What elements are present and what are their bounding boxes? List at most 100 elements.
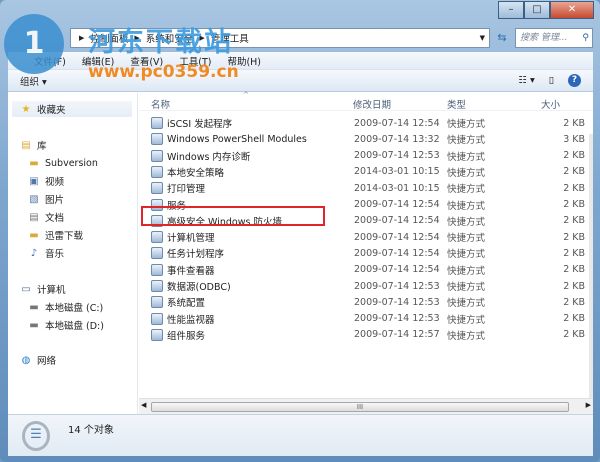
- library-icon: ▤: [21, 139, 31, 151]
- shortcut-icon: [151, 263, 163, 276]
- menu-file[interactable]: 文件(F): [34, 54, 66, 68]
- file-size: 2 KB: [563, 264, 585, 276]
- folder-icon: ▬: [29, 157, 39, 169]
- file-size: 2 KB: [563, 296, 585, 308]
- file-size: 2 KB: [563, 215, 585, 227]
- sidebar-item-videos[interactable]: ▣ 视频: [28, 173, 64, 189]
- scroll-thumb[interactable]: III: [151, 402, 569, 412]
- sidebar-item-thunder[interactable]: ▬ 迅雷下载: [28, 227, 83, 243]
- shortcut-icon: [151, 312, 163, 325]
- picture-icon: ▧: [29, 193, 39, 205]
- file-name: 系统配置: [167, 298, 206, 310]
- sidebar-label: 本地磁盘 (C:): [45, 303, 104, 314]
- highlight-box: [141, 206, 325, 226]
- file-name: 组件服务: [167, 330, 206, 342]
- scroll-left-icon[interactable]: ◀: [141, 401, 146, 409]
- preview-pane-icon[interactable]: ▯: [549, 75, 554, 86]
- refresh-button[interactable]: ⇆: [492, 28, 512, 48]
- sidebar-item-drive-d[interactable]: ▬ 本地磁盘 (D:): [28, 317, 104, 333]
- shortcut-icon: [151, 117, 163, 129]
- menu-tools[interactable]: 工具(T): [179, 54, 211, 68]
- column-name[interactable]: 名称: [151, 97, 170, 111]
- file-date: 2009-07-14 12:54: [354, 199, 440, 210]
- sidebar-item-subversion[interactable]: ▬ Subversion: [28, 155, 98, 171]
- file-row[interactable]: 性能监视器 2009-07-14 12:53 快捷方式 2 KB: [139, 311, 593, 327]
- sidebar-label: 计算机: [37, 285, 66, 296]
- file-size: 2 KB: [563, 166, 585, 178]
- breadcrumb-control-panel[interactable]: 控制面板: [90, 31, 128, 45]
- file-row[interactable]: iSCSI 发起程序 2009-07-14 12:54 快捷方式 2 KB: [139, 115, 593, 131]
- video-icon: ▣: [29, 175, 39, 187]
- file-row[interactable]: 打印管理 2014-03-01 10:15 快捷方式 2 KB: [139, 180, 593, 196]
- maximize-button[interactable]: □: [524, 1, 550, 19]
- file-name: iSCSI 发起程序: [167, 119, 233, 130]
- file-size: 2 KB: [563, 150, 585, 162]
- search-icon[interactable]: ⚲: [582, 29, 589, 47]
- file-row[interactable]: 系统配置 2009-07-14 12:53 快捷方式 2 KB: [139, 294, 593, 310]
- sidebar-label: 收藏夹: [37, 105, 66, 116]
- file-date: 2009-07-14 12:53: [354, 280, 440, 292]
- column-date[interactable]: 修改日期: [353, 97, 391, 111]
- admin-tools-icon: ☰: [22, 421, 50, 451]
- view-options-icon[interactable]: ☷ ▾: [518, 75, 534, 86]
- sidebar-item-drive-c[interactable]: ▬ 本地磁盘 (C:): [28, 299, 103, 315]
- sidebar-item-pictures[interactable]: ▧ 图片: [28, 191, 64, 207]
- file-size: 2 KB: [563, 329, 585, 341]
- minimize-button[interactable]: –: [498, 1, 524, 19]
- search-input[interactable]: 搜索 管理... ⚲: [515, 28, 593, 48]
- file-type: 快捷方式: [447, 282, 486, 293]
- sidebar-item-library[interactable]: ▤ 库: [20, 137, 46, 153]
- column-type[interactable]: 类型: [447, 97, 466, 111]
- horizontal-scrollbar[interactable]: ◀ III ▶: [139, 398, 593, 414]
- file-date: 2009-07-14 12:54: [354, 247, 440, 259]
- file-row[interactable]: Windows PowerShell Modules 2009-07-14 13…: [139, 131, 593, 147]
- sidebar-item-music[interactable]: ♪ 音乐: [28, 245, 64, 261]
- scroll-right-icon[interactable]: ▶: [586, 401, 591, 409]
- file-row[interactable]: 本地安全策略 2014-03-01 10:15 快捷方式 2 KB: [139, 164, 593, 180]
- computer-icon: ▭: [21, 283, 31, 295]
- status-bar: ☰ 14 个对象: [8, 414, 593, 456]
- shortcut-icon: [151, 247, 163, 260]
- file-list: 名称 ^ 修改日期 类型 大小 iSCSI 发起程序 2009-07-14 12…: [139, 91, 593, 434]
- shortcut-icon: [151, 182, 163, 195]
- file-size: 2 KB: [563, 199, 585, 210]
- document-icon: ▤: [29, 211, 39, 223]
- close-button[interactable]: ✕: [550, 1, 594, 19]
- breadcrumb-admin-tools[interactable]: 管理工具: [211, 31, 249, 45]
- file-name: 计算机管理: [167, 233, 215, 245]
- file-date: 2009-07-14 12:54: [354, 117, 440, 129]
- file-size: 2 KB: [563, 231, 585, 243]
- column-size[interactable]: 大小: [541, 97, 560, 111]
- file-type: 快捷方式: [447, 330, 486, 342]
- shortcut-icon: [151, 296, 163, 309]
- sidebar-item-network[interactable]: ◍ 网络: [20, 352, 56, 368]
- organize-button[interactable]: 组织 ▾: [20, 74, 47, 88]
- menu-edit[interactable]: 编辑(E): [82, 54, 114, 68]
- breadcrumb-system-security[interactable]: 系统和安全: [146, 31, 194, 45]
- file-row[interactable]: 事件查看器 2009-07-14 12:54 快捷方式 2 KB: [139, 262, 593, 278]
- help-icon[interactable]: ?: [568, 74, 581, 87]
- file-date: 2009-07-14 13:32: [354, 133, 440, 145]
- chevron-down-icon[interactable]: ▼: [480, 34, 485, 42]
- address-bar[interactable]: ▶ 控制面板 ▶ 系统和安全 ▶ 管理工具 ▼: [70, 28, 490, 48]
- file-row[interactable]: 任务计划程序 2009-07-14 12:54 快捷方式 2 KB: [139, 245, 593, 261]
- file-type: 快捷方式: [447, 135, 486, 147]
- file-name: 任务计划程序: [167, 249, 225, 261]
- drive-icon: ▬: [29, 301, 39, 313]
- sidebar-item-computer[interactable]: ▭ 计算机: [20, 281, 66, 297]
- chevron-right-icon: ▶: [199, 34, 205, 42]
- menu-bar: 文件(F) 编辑(E) 查看(V) 工具(T) 帮助(H): [8, 52, 593, 70]
- file-row[interactable]: 组件服务 2009-07-14 12:57 快捷方式 2 KB: [139, 327, 593, 343]
- file-date: 2009-07-14 12:53: [354, 313, 440, 325]
- file-row[interactable]: 计算机管理 2009-07-14 12:54 快捷方式 2 KB: [139, 229, 593, 245]
- menu-view[interactable]: 查看(V): [130, 54, 163, 68]
- file-row[interactable]: 数据源(ODBC) 2009-07-14 12:53 快捷方式 2 KB: [139, 278, 593, 294]
- menu-help[interactable]: 帮助(H): [227, 54, 261, 68]
- file-name: 数据源(ODBC): [167, 282, 231, 293]
- file-date: 2009-07-14 12:53: [354, 296, 440, 308]
- sidebar-item-documents[interactable]: ▤ 文档: [28, 209, 64, 225]
- vertical-scrollbar[interactable]: [589, 134, 593, 434]
- file-row[interactable]: Windows 内存诊断 2009-07-14 12:53 快捷方式 2 KB: [139, 148, 593, 164]
- sidebar-item-favorites[interactable]: ★ 收藏夹: [12, 101, 132, 117]
- shortcut-icon: [151, 149, 163, 162]
